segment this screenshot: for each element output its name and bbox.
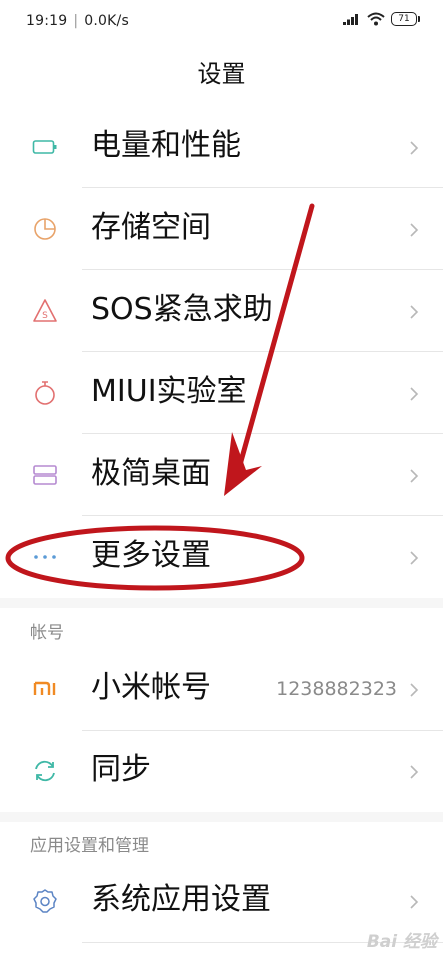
section-gap: [0, 598, 443, 608]
settings-item-sync[interactable]: 同步: [0, 730, 443, 812]
page-title: 设置: [197, 60, 246, 88]
settings-item-label: 存储空间: [91, 210, 211, 245]
settings-item-mi-account[interactable]: 小米帐号 1238882323: [0, 648, 443, 730]
settings-item-miui-lab[interactable]: MIUI实验室: [0, 352, 443, 434]
simple-desktop-icon: [33, 465, 57, 485]
gear-icon: [33, 889, 57, 913]
chevron-right-icon: [410, 305, 419, 319]
account-id-value: 1238882323: [276, 678, 397, 700]
mi-logo-icon: [33, 681, 56, 695]
chevron-right-icon: [410, 469, 419, 483]
storage-pie-icon: [34, 218, 56, 240]
section-gap: [0, 812, 443, 822]
battery-icon: [32, 140, 57, 154]
settings-item-storage[interactable]: 存储空间: [0, 188, 443, 270]
chevron-right-icon: [410, 223, 419, 237]
settings-item-label: 更多设置: [91, 538, 211, 573]
chevron-right-icon: [410, 765, 419, 779]
chevron-right-icon: [410, 895, 419, 909]
status-left: 19:19 | 0.0K/s: [26, 13, 129, 29]
flask-icon: [35, 381, 55, 405]
settings-item-more-settings[interactable]: 更多设置: [0, 516, 443, 598]
sos-warning-icon: S: [33, 299, 57, 322]
network-speed: 0.0K/s: [84, 13, 129, 29]
settings-item-label: MIUI实验室: [91, 374, 247, 409]
section-header-apps: 应用设置和管理: [30, 836, 149, 856]
settings-item-label: 系统应用设置: [91, 882, 271, 917]
settings-item-label: 电量和性能: [91, 128, 241, 163]
status-time: 19:19: [26, 13, 68, 29]
status-bar: 19:19 | 0.0K/s 71: [0, 0, 443, 44]
settings-item-label: 同步: [91, 752, 151, 787]
wifi-icon: [367, 12, 385, 26]
settings-item-battery-performance[interactable]: 电量和性能: [0, 106, 443, 188]
settings-item-simple-desktop[interactable]: 极简桌面: [0, 434, 443, 516]
watermark: Bai 经验: [366, 932, 437, 952]
sync-icon: [35, 760, 55, 782]
settings-item-label: 极简桌面: [91, 456, 211, 491]
settings-item-sos[interactable]: S SOS紧急求助: [0, 270, 443, 352]
signal-icon: [343, 14, 358, 25]
settings-item-label: SOS紧急求助: [91, 292, 273, 327]
chevron-right-icon: [410, 683, 419, 697]
chevron-right-icon: [410, 141, 419, 155]
status-separator: |: [73, 13, 79, 29]
chevron-right-icon: [410, 551, 419, 565]
svg-text:S: S: [42, 311, 48, 321]
settings-item-label: 小米帐号: [91, 670, 211, 705]
section-header-account: 帐号: [30, 623, 64, 643]
battery-indicator: 71: [391, 12, 420, 26]
chevron-right-icon: [410, 387, 419, 401]
status-right: 71: [343, 12, 420, 26]
more-dots-icon: [34, 555, 56, 559]
battery-level: 71: [398, 14, 410, 24]
